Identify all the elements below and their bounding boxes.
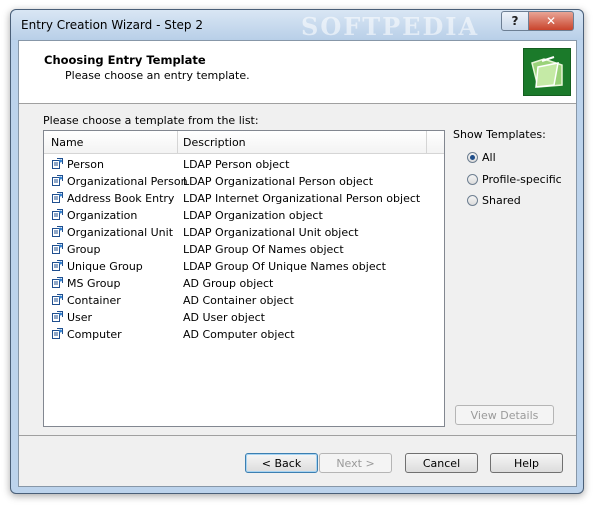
wizard-window: Entry Creation Wizard - Step 2 SOFTPEDIA… xyxy=(10,9,584,494)
column-separator[interactable] xyxy=(426,131,427,153)
window-title: Entry Creation Wizard - Step 2 xyxy=(21,18,203,32)
header-title: Choosing Entry Template xyxy=(44,53,206,67)
row-name: Container xyxy=(67,294,121,307)
template-entry-icon xyxy=(52,277,63,288)
row-name: Organizational Person xyxy=(67,175,188,188)
table-row[interactable]: Address Book Entry LDAP Internet Organiza… xyxy=(44,190,444,207)
table-row[interactable]: Computer AD Computer object xyxy=(44,326,444,343)
row-name: MS Group xyxy=(67,277,121,290)
table-row[interactable]: Organizational Unit LDAP Organizational U… xyxy=(44,224,444,241)
row-description: LDAP Organizational Person object xyxy=(183,175,374,188)
table-row[interactable]: Unique Group LDAP Group Of Unique Names o… xyxy=(44,258,444,275)
button-area-divider xyxy=(19,435,576,436)
row-description: LDAP Organizational Unit object xyxy=(183,226,359,239)
dialog-client: Choosing Entry Template Please choose an… xyxy=(18,40,577,487)
row-description: LDAP Organization object xyxy=(183,209,323,222)
open-folder-icon xyxy=(523,48,571,96)
row-description: AD Group object xyxy=(183,277,274,290)
template-entry-icon xyxy=(52,175,63,186)
table-row[interactable]: Person LDAP Person object xyxy=(44,156,444,173)
table-row[interactable]: Organization LDAP Organization object xyxy=(44,207,444,224)
view-details-button[interactable]: View Details xyxy=(455,405,554,425)
row-name: Computer xyxy=(67,328,122,341)
row-name: Unique Group xyxy=(67,260,143,273)
template-list[interactable]: Name Description Person LDAP Person objec… xyxy=(43,130,445,427)
table-row[interactable]: Organizational Person LDAP Organizational… xyxy=(44,173,444,190)
column-header-name[interactable]: Name xyxy=(51,136,83,149)
row-description: LDAP Group Of Unique Names object xyxy=(183,260,386,273)
template-entry-icon xyxy=(52,311,63,322)
row-name: User xyxy=(67,311,93,324)
row-description: LDAP Internet Organizational Person obje… xyxy=(183,192,421,205)
softpedia-watermark: SOFTPEDIA xyxy=(301,12,480,41)
row-description: AD User object xyxy=(183,311,265,324)
radio-profile-specific-indicator[interactable] xyxy=(467,174,478,185)
template-list-label: Please choose a template from the list: xyxy=(43,114,259,127)
help-button[interactable]: Help xyxy=(490,453,563,473)
table-row[interactable]: Group LDAP Group Of Names object xyxy=(44,241,444,258)
template-entry-icon xyxy=(52,294,63,305)
template-entry-icon xyxy=(52,260,63,271)
row-name: Group xyxy=(67,243,101,256)
wizard-header: Choosing Entry Template Please choose an… xyxy=(19,41,576,104)
title-bar[interactable]: Entry Creation Wizard - Step 2 SOFTPEDIA… xyxy=(11,10,583,41)
row-description: AD Container object xyxy=(183,294,294,307)
row-name: Organizational Unit xyxy=(67,226,174,239)
row-name: Organization xyxy=(67,209,138,222)
row-name: Person xyxy=(67,158,104,171)
template-entry-icon xyxy=(52,158,63,169)
back-button[interactable]: < Back xyxy=(245,453,318,473)
row-description: LDAP Group Of Names object xyxy=(183,243,344,256)
row-description: AD Computer object xyxy=(183,328,295,341)
template-entry-icon xyxy=(52,209,63,220)
row-name: Address Book Entry xyxy=(67,192,175,205)
template-entry-icon xyxy=(52,328,63,339)
table-row[interactable]: User AD User object xyxy=(44,309,444,326)
cancel-button[interactable]: Cancel xyxy=(405,453,478,473)
column-separator[interactable] xyxy=(177,131,178,153)
next-button[interactable]: Next > xyxy=(319,453,392,473)
list-header: Name Description xyxy=(44,131,444,154)
row-description: LDAP Person object xyxy=(183,158,290,171)
radio-shared-label[interactable]: Shared xyxy=(482,194,521,207)
radio-profile-specific-label[interactable]: Profile-specific xyxy=(482,173,562,186)
close-button[interactable]: ✕ xyxy=(528,11,574,31)
template-entry-icon xyxy=(52,243,63,254)
template-entry-icon xyxy=(52,192,63,203)
column-header-description[interactable]: Description xyxy=(183,136,246,149)
table-row[interactable]: MS Group AD Group object xyxy=(44,275,444,292)
table-row[interactable]: Container AD Container object xyxy=(44,292,444,309)
header-subtitle: Please choose an entry template. xyxy=(65,69,250,82)
radio-all-indicator[interactable] xyxy=(467,152,478,163)
radio-shared-indicator[interactable] xyxy=(467,195,478,206)
title-help-button[interactable]: ? xyxy=(501,11,529,31)
radio-all-label[interactable]: All xyxy=(482,151,496,164)
template-entry-icon xyxy=(52,226,63,237)
show-templates-label: Show Templates: xyxy=(453,128,546,141)
